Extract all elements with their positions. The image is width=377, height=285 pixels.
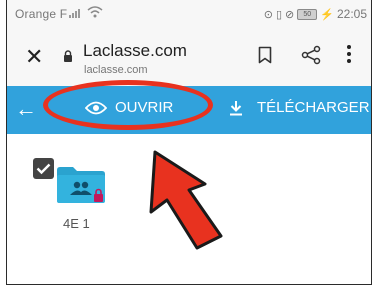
mute-icon: ⊘ [285,8,295,21]
carrier-name: Orange F [15,7,68,21]
download-zip-button[interactable]: TÉLÉCHARGER ZIP [229,99,371,116]
folder-checkbox[interactable] [33,158,54,179]
red-arrow-annotation [149,150,223,250]
status-indicators: ⊙ ▯ ⊘ 50 ⚡ 22:05 [264,7,367,21]
back-arrow-icon[interactable]: ← [15,98,37,120]
battery-icon: 50 [297,8,318,20]
download-icon [230,100,242,115]
close-icon[interactable]: ✕ [25,46,43,68]
bookmark-icon[interactable] [258,46,272,64]
download-label: TÉLÉCHARGER ZIP [257,99,371,116]
shared-folder-icon[interactable] [55,164,107,204]
charging-icon: ⚡ [320,8,334,21]
signal-icon [69,9,80,18]
more-menu-icon[interactable] [347,45,351,63]
site-url: laclasse.com [84,64,148,76]
nfc-icon: ⊙ [263,8,273,21]
lock-icon [64,50,72,62]
clock: 22:05 [336,7,367,21]
phone-screen: Orange F ⊙ ▯ ⊘ 50 ⚡ 22:05 ✕ Laclasse.com… [6,0,372,285]
highlight-ellipse [43,80,213,130]
folder-name: 4E 1 [63,216,90,231]
browser-bar: ✕ Laclasse.com laclasse.com [7,26,371,86]
share-icon[interactable] [301,45,321,65]
status-bar: Orange F ⊙ ▯ ⊘ 50 ⚡ 22:05 [7,0,371,26]
site-title: Laclasse.com [83,41,187,60]
wifi-icon [87,6,103,18]
vibrate-icon: ▯ [275,8,283,21]
checkmark-icon [36,163,51,175]
